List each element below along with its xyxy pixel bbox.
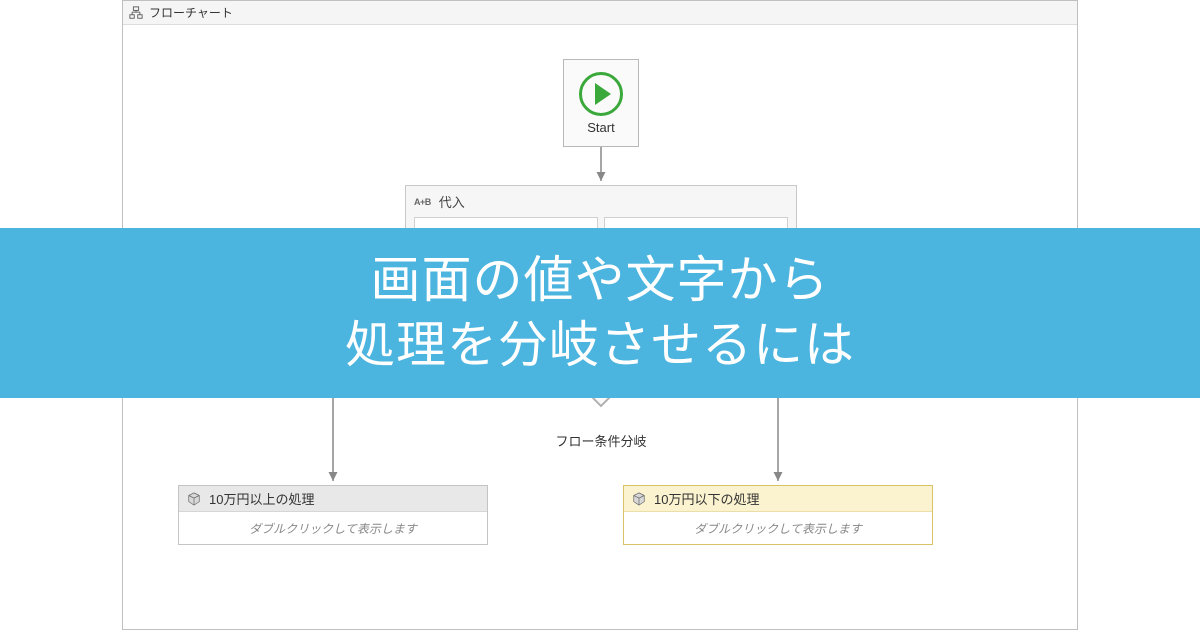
flowchart-icon (129, 6, 143, 20)
start-node[interactable]: Start (563, 59, 639, 147)
flow-decision-label: フロー条件分岐 (541, 431, 661, 450)
sequence-icon (632, 492, 646, 506)
sequence-icon (187, 492, 201, 506)
assign-icon: A+B (414, 197, 431, 207)
overlay-line-2: 処理を分岐させるには (345, 313, 855, 378)
activity-body-hint: ダブルクリックして表示します (179, 512, 487, 544)
activity-over-100k[interactable]: 10万円以上の処理 ダブルクリックして表示します (178, 485, 488, 545)
activity-title: 10万円以上の処理 (209, 489, 314, 508)
title-overlay: 画面の値や文字から 処理を分岐させるには (0, 228, 1200, 398)
activity-under-100k[interactable]: 10万円以下の処理 ダブルクリックして表示します (623, 485, 933, 545)
activity-title: 10万円以下の処理 (654, 489, 759, 508)
panel-header: フローチャート (123, 1, 1077, 25)
assign-header: A+B 代入 (414, 190, 788, 217)
activity-body-hint: ダブルクリックして表示します (624, 512, 932, 544)
activity-header: 10万円以上の処理 (179, 486, 487, 512)
start-label: Start (587, 120, 614, 135)
assign-title: 代入 (439, 192, 465, 211)
panel-title: フローチャート (149, 4, 233, 21)
overlay-line-1: 画面の値や文字から (371, 248, 830, 313)
activity-header: 10万円以下の処理 (624, 486, 932, 512)
play-icon (579, 72, 623, 116)
